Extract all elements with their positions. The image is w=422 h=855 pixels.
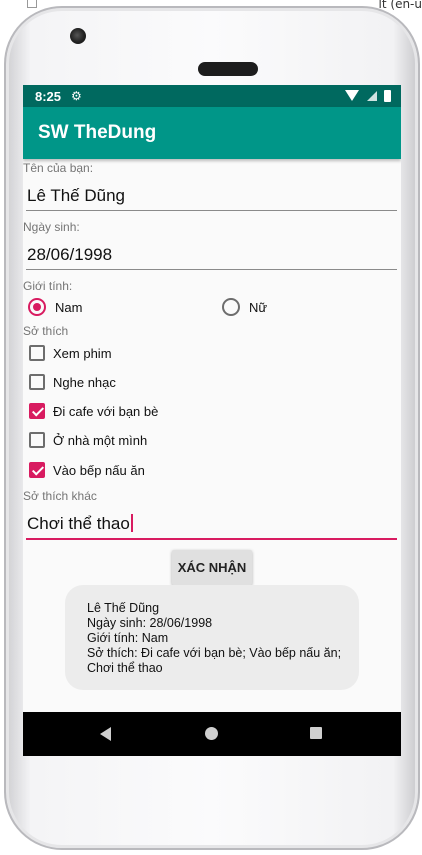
status-bar: 8:25 ⚙ [23,85,401,107]
checkbox-label: Ở nhà một mình [53,432,148,448]
other-hobby-value: Chơi thể thao [27,514,130,533]
name-label: Tên của bạn: [23,161,94,175]
front-camera-icon [70,28,86,44]
checkbox-unchecked-icon [29,374,45,390]
checkbox-xem-phim[interactable]: Xem phim [29,345,112,361]
other-hobby-label: Sở thích khác [23,489,97,503]
checkbox-unchecked-icon [29,345,45,361]
radio-nam-label: Nam [55,299,83,315]
status-icons [345,89,391,103]
battery-icon [384,90,391,102]
checkbox-nghe-nhac[interactable]: Nghe nhạc [29,374,116,390]
app-title: SW TheDung [38,122,157,143]
dob-label: Ngày sinh: [23,220,80,234]
radio-nu[interactable]: Nữ [222,298,267,316]
recents-icon[interactable] [310,727,322,739]
checkbox-vao-bep[interactable]: Vào bếp nấu ăn [29,462,145,478]
name-input[interactable]: Lê Thế Dũng [26,186,397,211]
name-value: Lê Thế Dũng [27,186,125,205]
hobby-label: Sở thích [23,324,69,338]
status-time: 8:25 [35,89,62,104]
checkbox-unchecked-icon [29,432,45,448]
radio-selected-icon [28,298,46,316]
result-name: Lê Thế Dũng [87,601,160,615]
dob-input[interactable]: 28/06/1998 [26,245,397,270]
signal-icon [366,91,377,101]
checkbox-label: Xem phim [53,345,112,361]
dob-value: 28/06/1998 [27,245,113,264]
earpiece-speaker [198,62,258,76]
text-cursor [130,514,133,532]
gender-label: Giới tính: [23,279,73,293]
checkbox-label: Nghe nhạc [53,374,116,390]
gear-icon: ⚙ [71,89,82,103]
checkbox-label: Vào bếp nấu ăn [53,462,145,478]
home-icon[interactable] [205,727,218,740]
back-icon[interactable] [100,727,111,741]
checkbox-checked-icon [29,403,45,419]
submit-button[interactable]: XÁC NHẬN [172,550,252,585]
wifi-icon [345,90,360,101]
radio-unselected-icon [222,298,240,316]
device-screen: 8:25 ⚙ SW TheDung Tên của bạn: Lê Thế Dũ… [23,85,401,756]
radio-nam[interactable]: Nam [28,298,82,316]
other-hobby-input[interactable]: Chơi thể thao [26,514,397,540]
form-content: Tên của bạn: Lê Thế Dũng Ngày sinh: 28/0… [23,159,401,712]
host-text-fragment: lt (en-u [378,0,422,11]
result-hobbies: Sở thích: Đi cafe với bạn bè; Vào bếp nấ… [87,646,342,675]
checkbox-checked-icon [29,462,45,478]
result-dob: Ngày sinh: 28/06/1998 [87,616,213,630]
checkbox-di-cafe[interactable]: Đi cafe với bạn bè [29,403,158,419]
radio-nu-label: Nữ [249,299,268,315]
navigation-bar [23,712,401,756]
app-bar: SW TheDung [23,107,401,159]
result-gender: Giới tính: Nam [87,631,169,645]
checkbox-o-nha[interactable]: Ở nhà một mình [29,432,147,448]
host-checkbox [27,0,37,8]
result-toast: Lê Thế Dũng Ngày sinh: 28/06/1998 Giới t… [65,585,359,690]
checkbox-label: Đi cafe với bạn bè [53,403,159,419]
